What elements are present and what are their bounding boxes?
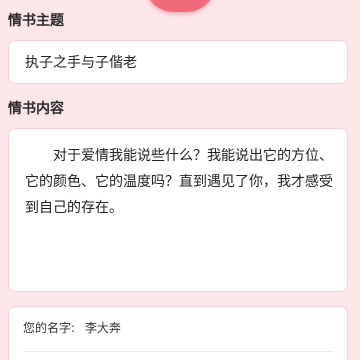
name-field[interactable]: 您的名字: 李大奔	[8, 306, 348, 360]
love-letter-page: 情书主题 执子之手与子偕老 情书内容 对于爱情我能说些什么？我能说出它的方位、它…	[0, 0, 360, 360]
name-label: 您的名字:	[23, 321, 76, 335]
content-label: 情书内容	[8, 101, 64, 117]
submit-button[interactable]	[144, 0, 216, 12]
title-label: 情书主题	[8, 13, 64, 29]
divider	[23, 351, 333, 352]
title-field[interactable]: 执子之手与子偕老	[8, 40, 348, 84]
title-input-value: 执子之手与子偕老	[25, 55, 137, 71]
name-value: 李大奔	[84, 321, 121, 335]
content-text: 对于爱情我能说些什么？我能说出它的方位、它的颜色、它的温度吗？直到遇见了你，我才…	[25, 148, 333, 216]
name-row: 您的名字: 李大奔	[23, 319, 333, 336]
content-textarea[interactable]: 对于爱情我能说些什么？我能说出它的方位、它的颜色、它的温度吗？直到遇见了你，我才…	[8, 128, 348, 292]
